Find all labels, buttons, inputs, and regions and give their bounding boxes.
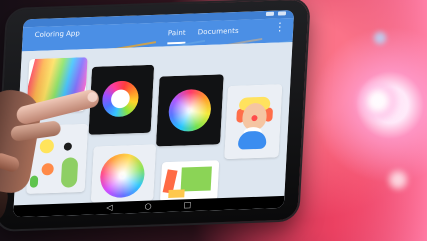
- background-light-flare: [355, 78, 401, 124]
- background-light-dot: [372, 30, 388, 46]
- signal-icon: [265, 11, 275, 16]
- back-icon[interactable]: ◁: [106, 203, 113, 212]
- rainbow-artwork: [26, 57, 88, 114]
- coloring-tile[interactable]: [88, 64, 155, 135]
- coloring-tile[interactable]: [159, 160, 220, 203]
- coloring-grid: [13, 41, 293, 218]
- coloring-tile[interactable]: [155, 74, 224, 147]
- coloring-tile[interactable]: [90, 144, 157, 203]
- coloring-tile[interactable]: [26, 57, 88, 114]
- coloring-tile[interactable]: [224, 84, 283, 160]
- tablet-device: Coloring App Paint Documents ⋮ ◁ ○ □: [0, 0, 309, 230]
- tab-bar: Paint Documents: [167, 27, 239, 43]
- yellow-block: [168, 189, 185, 198]
- more-vert-icon[interactable]: ⋮: [274, 20, 286, 33]
- photo-scene: Coloring App Paint Documents ⋮ ◁ ○ □: [0, 0, 427, 241]
- home-icon[interactable]: ○: [144, 202, 151, 211]
- tab-paint[interactable]: Paint: [167, 29, 186, 43]
- status-icons: [265, 11, 287, 16]
- background-light-dot: [386, 168, 410, 192]
- app-title: Coloring App: [34, 29, 81, 40]
- coloring-tile[interactable]: [26, 123, 89, 194]
- battery-icon: [277, 11, 287, 16]
- green-block: [180, 166, 212, 192]
- clown-body: [237, 130, 267, 150]
- tablet-screen: Coloring App Paint Documents ⋮ ◁ ○ □: [13, 10, 295, 218]
- tab-documents[interactable]: Documents: [197, 27, 239, 41]
- green-shape: [60, 157, 79, 188]
- recent-apps-icon[interactable]: □: [183, 200, 191, 209]
